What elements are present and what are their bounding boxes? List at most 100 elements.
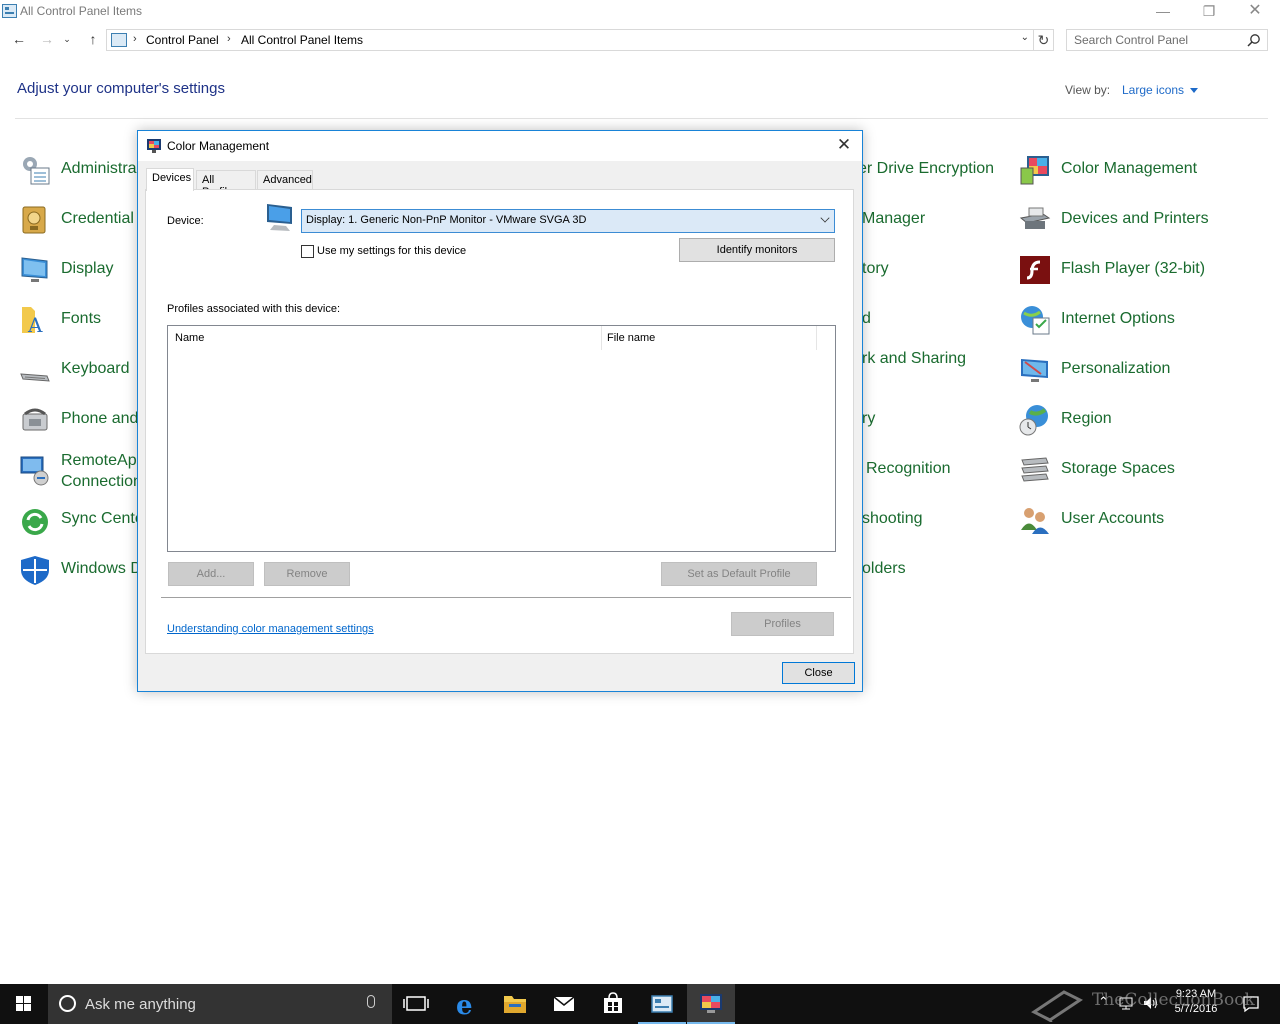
search-box[interactable] [1066, 29, 1268, 51]
set-default-profile-button[interactable]: Set as Default Profile [661, 562, 817, 586]
clock-time[interactable]: 9:23 AM [1168, 987, 1224, 1002]
cp-item-label[interactable]: Devices and Printers [1061, 210, 1209, 228]
minimize-button[interactable]: — [1140, 0, 1186, 24]
display-icon [21, 257, 48, 282]
understanding-color-link[interactable]: Understanding color management settings [167, 623, 374, 635]
volume-icon[interactable] [1142, 995, 1160, 1011]
recent-locations-button[interactable]: ⌄ [60, 28, 74, 50]
use-my-settings-checkbox[interactable] [301, 245, 314, 258]
chevron-down-icon[interactable]: ⌄ [1021, 32, 1029, 43]
cp-item-label[interactable]: RemoteApp Connection [61, 450, 146, 492]
color-management-icon [1020, 156, 1049, 185]
taskbar-edge[interactable]: e [442, 984, 490, 1024]
address-row: ← → ⌄ ↑ › Control Panel › All Control Pa… [0, 28, 1280, 52]
cp-item-label[interactable]: Credential [61, 210, 134, 228]
cp-item-label[interactable]: tory [862, 260, 889, 278]
cp-item-label[interactable]: Personalization [1061, 360, 1170, 378]
network-icon[interactable] [1118, 995, 1134, 1011]
microphone-icon[interactable] [367, 995, 375, 1008]
task-view-button[interactable] [392, 984, 440, 1024]
view-by-dropdown[interactable]: Large icons [1122, 83, 1198, 97]
cp-item-label[interactable]: Keyboard [61, 360, 130, 378]
taskbar-mail[interactable] [540, 984, 588, 1024]
cp-item-label[interactable]: Sync Cente [61, 510, 144, 528]
cortana-search-box[interactable]: Ask me anything [48, 984, 392, 1024]
mail-icon [553, 996, 575, 1011]
cp-item-label[interactable]: Manager [862, 210, 925, 228]
profiles-list[interactable]: Name File name [167, 325, 836, 552]
clock[interactable]: 9:23 AM 5/7/2016 [1168, 987, 1224, 1017]
identify-monitors-button[interactable]: Identify monitors [679, 238, 835, 262]
restore-button[interactable]: ❐ [1186, 0, 1232, 24]
cp-item-label[interactable]: olders [862, 560, 906, 578]
device-label: Device: [167, 215, 204, 227]
control-panel-icon [2, 4, 17, 18]
cp-item-label[interactable]: Display [61, 260, 113, 278]
column-header-name[interactable]: Name [175, 332, 204, 344]
profiles-label: Profiles associated with this device: [167, 303, 341, 315]
search-input[interactable] [1067, 30, 1243, 50]
cp-item-label[interactable]: rk and Sharing [862, 350, 966, 368]
close-icon[interactable]: ✕ [834, 135, 854, 155]
store-icon [604, 992, 622, 1013]
clock-date[interactable]: 5/7/2016 [1168, 1002, 1224, 1017]
column-divider[interactable] [816, 326, 817, 350]
cp-item-label[interactable]: ry [862, 410, 875, 428]
use-my-settings-label[interactable]: Use my settings for this device [317, 245, 466, 257]
cp-item-label[interactable]: Internet Options [1061, 310, 1175, 328]
refresh-button[interactable]: ↻ [1034, 29, 1054, 51]
cp-item-label[interactable]: User Accounts [1061, 510, 1164, 528]
address-bar[interactable]: › Control Panel › All Control Panel Item… [106, 29, 1034, 51]
column-divider[interactable] [601, 326, 602, 350]
close-window-button[interactable]: ✕ [1232, 0, 1278, 24]
chevron-right-icon[interactable]: › [133, 33, 137, 45]
taskbar-control-panel[interactable] [638, 984, 686, 1024]
cortana-search-text[interactable]: Ask me anything [85, 996, 196, 1013]
remove-button[interactable]: Remove [264, 562, 350, 586]
cp-item-label[interactable]: Phone and [61, 410, 138, 428]
tab-devices[interactable]: Devices [146, 168, 194, 191]
device-dropdown-value[interactable]: Display: 1. Generic Non-PnP Monitor - VM… [306, 214, 586, 226]
taskbar-store[interactable] [589, 984, 637, 1024]
breadcrumb-control-panel[interactable]: Control Panel [146, 33, 219, 47]
cp-item-label[interactable]: er Drive Encryption [858, 160, 994, 178]
forward-button[interactable]: → [36, 28, 58, 50]
profiles-button[interactable]: Profiles [731, 612, 834, 636]
back-button[interactable]: ← [8, 28, 30, 50]
up-button[interactable]: ↑ [82, 28, 104, 50]
page-heading: Adjust your computer's settings [17, 80, 225, 97]
column-header-file-name[interactable]: File name [607, 332, 655, 344]
chevron-up-icon[interactable]: ⌃ [1098, 994, 1109, 1010]
edge-icon: e [456, 991, 473, 1021]
taskbar-color-management[interactable] [687, 984, 735, 1024]
personalization-icon [1021, 359, 1048, 382]
chevron-right-icon[interactable]: › [227, 33, 231, 45]
cortana-icon [59, 995, 76, 1012]
cp-item-label[interactable]: Region [1061, 410, 1112, 428]
chevron-down-icon[interactable] [820, 213, 830, 223]
cp-item-label[interactable]: Windows D [61, 560, 142, 578]
close-button[interactable]: Close [782, 662, 855, 684]
device-dropdown[interactable]: Display: 1. Generic Non-PnP Monitor - VM… [301, 209, 835, 233]
cp-item-label[interactable]: shooting [862, 510, 923, 528]
cp-item-label[interactable]: Storage Spaces [1061, 460, 1175, 478]
color-management-icon [700, 994, 722, 1013]
breadcrumb-all-items[interactable]: All Control Panel Items [241, 33, 363, 47]
action-center-icon[interactable] [1242, 995, 1260, 1013]
cp-item-label[interactable]: Administra [61, 160, 137, 178]
cp-item-label[interactable]: Flash Player (32-bit) [1061, 260, 1205, 278]
taskbar-file-explorer[interactable] [491, 984, 539, 1024]
cp-item-label-line1[interactable]: RemoteApp [61, 452, 146, 469]
tab-all-profiles[interactable]: All Profiles [196, 170, 256, 198]
cp-item-label-line2[interactable]: Connection [61, 473, 142, 490]
add-button[interactable]: Add... [168, 562, 254, 586]
search-icon[interactable] [1247, 33, 1261, 47]
cp-item-label[interactable]: Color Management [1061, 160, 1197, 178]
cp-item-label[interactable]: Fonts [61, 310, 101, 328]
cp-item-label[interactable]: d [862, 310, 871, 328]
tab-advanced[interactable]: Advanced [257, 170, 313, 190]
cp-item-label[interactable]: Recognition [866, 460, 951, 478]
windows-defender-icon [21, 556, 49, 585]
start-button[interactable] [0, 984, 48, 1024]
credential-manager-icon [22, 206, 46, 234]
